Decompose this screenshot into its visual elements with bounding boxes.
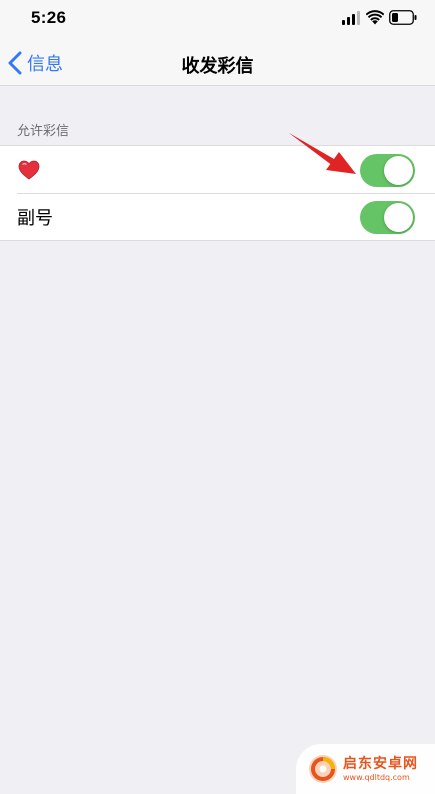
settings-row-secondary-line: 副号 (0, 193, 435, 240)
battery-icon (389, 10, 417, 25)
watermark-url: www.qdltdq.com (343, 772, 410, 782)
wifi-icon (366, 10, 384, 25)
section-header: 允许彩信 (17, 124, 70, 139)
status-bar: 5:26 (0, 0, 435, 40)
settings-group: 副号 (0, 145, 435, 241)
secondary-line-label: 副号 (17, 207, 53, 229)
navigation-bar: 信息 收发彩信 (0, 40, 435, 86)
watermark-text: 启东安卓网 www.qdltdq.com (343, 757, 418, 782)
cellular-signal-icon (342, 11, 360, 25)
page-title: 收发彩信 (181, 56, 254, 77)
watermark-logo-icon (309, 755, 337, 783)
status-time: 5:26 (31, 8, 67, 27)
settings-row-heart-line (0, 146, 435, 193)
secondary-line-toggle[interactable] (360, 201, 415, 234)
watermark: 启东安卓网 www.qdltdq.com (296, 744, 435, 794)
heart-icon (18, 160, 40, 180)
watermark-name: 启东安卓网 (343, 755, 418, 772)
toggle-knob (384, 203, 413, 232)
toggle-knob (384, 156, 413, 185)
heart-line-toggle[interactable] (360, 154, 415, 187)
annotation-arrow-icon (289, 133, 356, 174)
